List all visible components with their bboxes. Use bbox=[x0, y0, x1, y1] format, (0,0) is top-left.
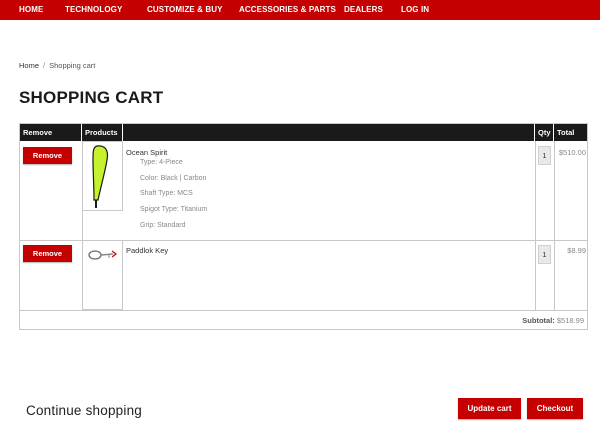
top-nav-bar: Home Technology Customize & Buy Accessor… bbox=[0, 0, 600, 20]
remove-button-paddlok-key[interactable]: Remove bbox=[23, 245, 72, 262]
qty-input-paddlok-key[interactable] bbox=[538, 245, 551, 264]
column-divider bbox=[554, 141, 555, 310]
header-total: Total bbox=[557, 128, 575, 137]
subtotal-label: Subtotal: bbox=[522, 316, 555, 325]
product-thumbnail-ocean-spirit[interactable] bbox=[82, 141, 123, 211]
product-option: Color: Black | Carbon bbox=[140, 175, 207, 182]
continue-shopping-link[interactable]: Continue shopping bbox=[26, 403, 142, 418]
product-name[interactable]: Ocean Spirit bbox=[126, 148, 167, 157]
header-qty: Qty bbox=[535, 124, 554, 141]
nav-log-in[interactable]: Log In bbox=[401, 0, 429, 20]
cart-table: Remove Products Qty Total Remove Ocean S… bbox=[19, 123, 588, 330]
nav-technology[interactable]: Technology bbox=[65, 0, 122, 20]
product-thumbnail-paddlok-key[interactable] bbox=[82, 240, 123, 310]
page-title: SHOPPING CART bbox=[19, 88, 164, 107]
breadcrumb-current: Shopping cart bbox=[49, 61, 96, 70]
product-option: Spigot Type: Titanium bbox=[140, 206, 208, 213]
product-option: Grip: Standard bbox=[140, 222, 186, 229]
breadcrumb-separator: / bbox=[43, 61, 46, 70]
header-remove: Remove bbox=[20, 124, 82, 141]
header-products: Products bbox=[82, 124, 123, 141]
subtotal-value: $518.99 bbox=[556, 316, 584, 325]
breadcrumb-home-link[interactable]: Home bbox=[19, 61, 39, 70]
breadcrumb: Home / Shopping cart bbox=[19, 61, 95, 70]
column-divider bbox=[535, 141, 536, 310]
qty-input-ocean-spirit[interactable] bbox=[538, 146, 551, 165]
product-option: Type: 4-Piece bbox=[140, 159, 183, 166]
product-name[interactable]: Paddlok Key bbox=[126, 246, 168, 255]
update-cart-button[interactable]: Update cart bbox=[458, 398, 521, 419]
nav-home[interactable]: Home bbox=[19, 0, 43, 20]
line-total: $8.99 bbox=[567, 246, 586, 255]
checkout-button[interactable]: Checkout bbox=[527, 398, 583, 419]
key-icon bbox=[88, 250, 117, 260]
remove-button-ocean-spirit[interactable]: Remove bbox=[23, 147, 72, 164]
nav-customize-buy[interactable]: Customize & Buy bbox=[147, 0, 223, 20]
cart-subtotal: Subtotal: $518.99 bbox=[522, 316, 584, 325]
paddle-blade-icon bbox=[92, 145, 109, 208]
line-total: $510.00 bbox=[558, 148, 586, 157]
row-divider bbox=[20, 310, 587, 311]
nav-dealers[interactable]: Dealers bbox=[344, 0, 383, 20]
nav-accessories-parts[interactable]: Accessories & Parts bbox=[239, 0, 336, 20]
cart-table-header: Remove Products Qty Total bbox=[20, 124, 587, 141]
header-product-details bbox=[123, 124, 535, 141]
product-option: Shaft Type: MCS bbox=[140, 190, 193, 197]
